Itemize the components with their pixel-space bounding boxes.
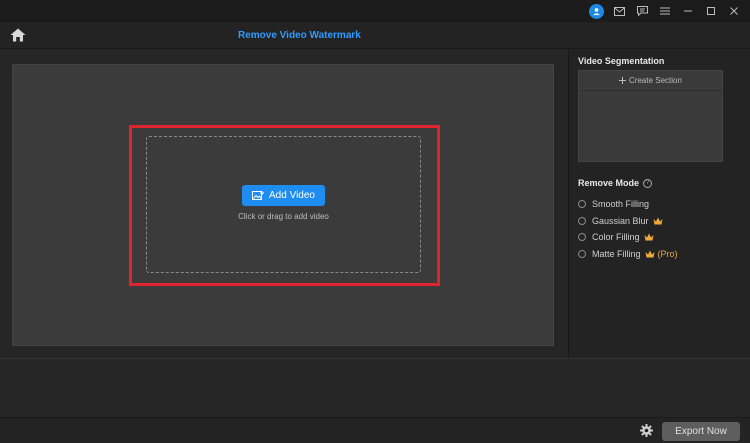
mode-option-gaussian-blur[interactable]: Gaussian Blur	[578, 213, 678, 230]
mode-option-matte-filling[interactable]: Matte Filling (Pro)	[578, 246, 678, 263]
radio-button[interactable]	[578, 249, 586, 258]
feedback-icon[interactable]	[634, 3, 650, 19]
radio-button[interactable]	[578, 200, 586, 209]
remove-mode-title: Remove Mode ?	[578, 178, 653, 188]
user-avatar-icon[interactable]	[588, 3, 604, 19]
mode-option-smooth-filling[interactable]: Smooth Filling	[578, 196, 678, 213]
timeline-area	[0, 358, 750, 417]
menu-icon[interactable]	[657, 3, 673, 19]
mail-icon[interactable]	[611, 3, 627, 19]
mode-option-label: Matte Filling	[592, 248, 641, 259]
help-icon[interactable]: ?	[643, 178, 653, 188]
remove-mode-options: Smooth Filling Gaussian Blur Color Filli…	[578, 196, 678, 262]
crown-icon	[653, 217, 663, 225]
mode-option-label: Color Filling	[592, 232, 640, 243]
mode-option-color-filling[interactable]: Color Filling	[578, 229, 678, 246]
window-titlebar	[0, 0, 750, 22]
create-section-button[interactable]: Create Section	[579, 71, 722, 91]
gear-icon[interactable]	[640, 424, 653, 437]
close-icon[interactable]	[726, 3, 742, 19]
image-add-icon	[252, 190, 265, 200]
crown-icon	[644, 233, 654, 241]
radio-button[interactable]	[578, 233, 586, 242]
page-title: Remove Video Watermark	[238, 30, 361, 41]
footer-bar	[0, 417, 750, 443]
mode-option-label: Smooth Filling	[592, 199, 650, 210]
plus-icon	[619, 77, 627, 84]
create-section-label: Create Section	[629, 76, 682, 85]
segmentation-box: Create Section	[578, 70, 723, 162]
pro-badge: (Pro)	[657, 248, 678, 259]
mode-option-label: Gaussian Blur	[592, 215, 649, 226]
add-video-hint: Click or drag to add video	[238, 212, 329, 221]
export-now-button[interactable]: Export Now	[662, 422, 740, 441]
minimize-icon[interactable]	[680, 3, 696, 19]
home-icon[interactable]	[10, 28, 26, 42]
add-video-button[interactable]: Add Video	[242, 185, 325, 206]
segmentation-title: Video Segmentation	[578, 56, 665, 66]
crown-icon	[645, 250, 655, 258]
remove-mode-label: Remove Mode	[578, 178, 640, 188]
radio-button[interactable]	[578, 216, 586, 225]
page-header: Remove Video Watermark	[0, 22, 750, 49]
add-video-label: Add Video	[269, 190, 315, 201]
window-controls	[588, 3, 742, 19]
maximize-icon[interactable]	[703, 3, 719, 19]
